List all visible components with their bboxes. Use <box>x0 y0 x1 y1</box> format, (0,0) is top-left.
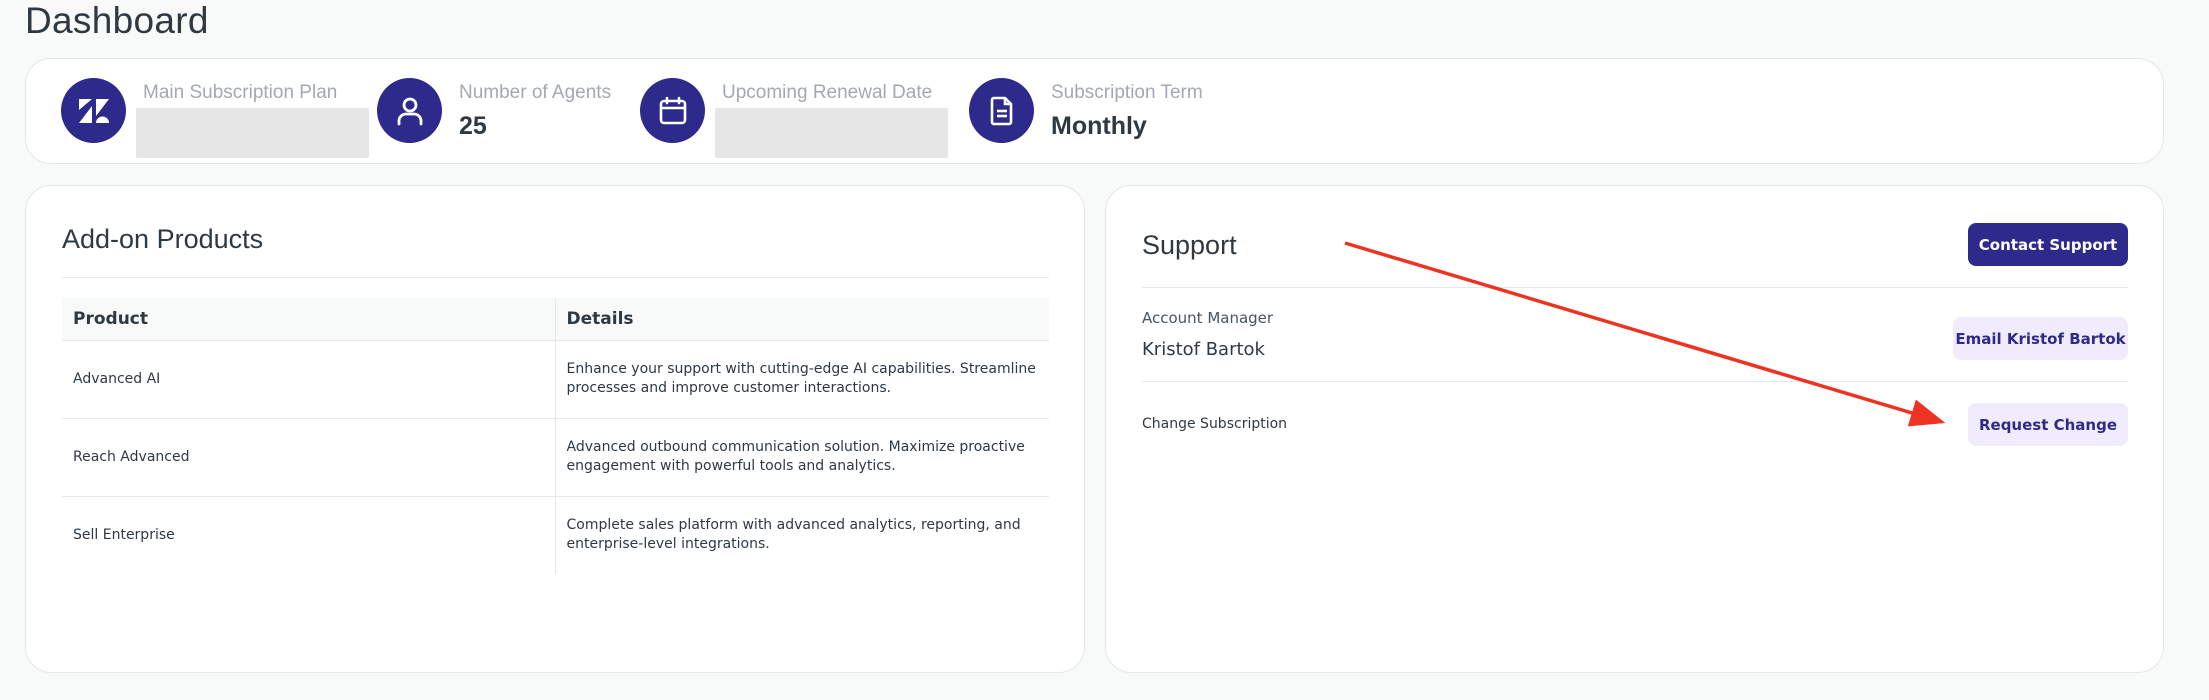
product-cell: Advanced AI <box>62 340 556 419</box>
addon-products-table: Product Details Advanced AI Enhance your… <box>62 298 1049 574</box>
term-value: Monthly <box>1051 112 1147 140</box>
account-manager-label: Account Manager <box>1142 309 1274 327</box>
renewal-label: Upcoming Renewal Date <box>722 82 933 103</box>
table-row: Advanced AI Enhance your support with cu… <box>62 340 1049 419</box>
table-row: Sell Enterprise Complete sales platform … <box>62 496 1049 574</box>
support-card: Support Contact Support Account Manager … <box>1105 185 2164 673</box>
user-icon <box>377 78 442 143</box>
document-icon <box>969 78 1034 143</box>
divider <box>1142 287 2128 288</box>
page-title: Dashboard <box>25 0 209 41</box>
main-plan-label: Main Subscription Plan <box>143 82 338 103</box>
renewal-value-placeholder <box>715 108 948 158</box>
agents-value: 25 <box>459 112 487 140</box>
divider <box>1142 381 2128 382</box>
support-title: Support <box>1142 230 1237 260</box>
request-change-button[interactable]: Request Change <box>1968 403 2128 446</box>
addon-products-title: Add-on Products <box>62 224 264 254</box>
calendar-icon <box>640 78 705 143</box>
details-cell: Complete sales platform with advanced an… <box>566 517 1021 553</box>
column-header-details: Details <box>555 298 1049 341</box>
change-subscription-label: Change Subscription <box>1142 416 1288 432</box>
main-plan-value-placeholder <box>136 108 369 158</box>
email-account-manager-button[interactable]: Email Kristof Bartok <box>1953 317 2128 360</box>
table-row: Reach Advanced Advanced outbound communi… <box>62 418 1049 497</box>
product-cell: Reach Advanced <box>62 418 556 497</box>
addon-products-card: Add-on Products Product Details Advanced… <box>25 185 1085 673</box>
table-header-row: Product Details <box>62 298 1049 341</box>
term-label: Subscription Term <box>1051 82 1203 103</box>
column-header-product: Product <box>62 298 556 341</box>
contact-support-button[interactable]: Contact Support <box>1968 223 2128 266</box>
account-manager-name: Kristof Bartok <box>1142 339 1265 360</box>
details-cell: Advanced outbound communication solution… <box>555 418 1049 497</box>
subscription-summary-card: Main Subscription Plan Number of Agents … <box>25 58 2164 164</box>
agents-label: Number of Agents <box>459 82 612 103</box>
divider <box>62 277 1049 278</box>
zendesk-logo-icon <box>61 78 126 143</box>
details-cell: Enhance your support with cutting-edge A… <box>555 340 1049 419</box>
product-cell: Sell Enterprise <box>62 496 556 574</box>
